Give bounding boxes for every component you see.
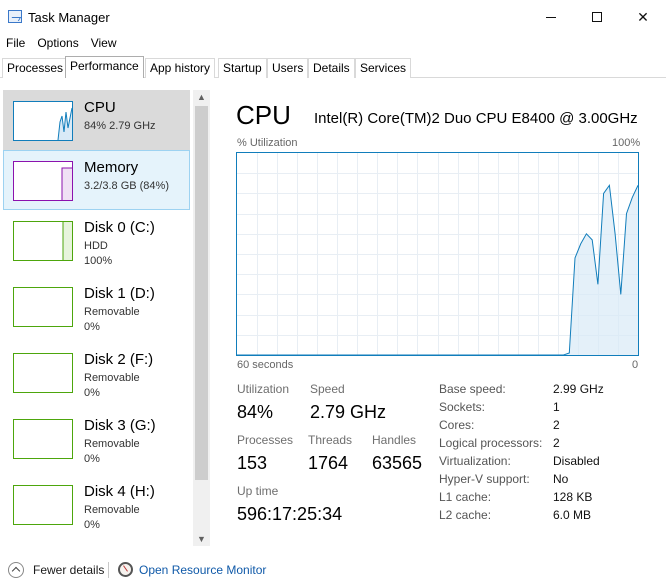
resource-monitor-icon[interactable] bbox=[118, 562, 133, 577]
sidebar-item-memory[interactable]: Memory 3.2/3.8 GB (84%) bbox=[3, 150, 190, 210]
l2-cache-label: L2 cache: bbox=[439, 508, 492, 522]
sidebar-item-detail: 3.2/3.8 GB (84%) bbox=[84, 180, 169, 192]
close-button[interactable]: ✕ bbox=[620, 0, 666, 34]
scroll-down-arrow-icon[interactable]: ▼ bbox=[193, 532, 210, 546]
utilization-value: 84% bbox=[237, 402, 274, 422]
scrollbar-thumb[interactable] bbox=[195, 106, 208, 480]
hyper-v-support-value: No bbox=[553, 472, 569, 486]
sidebar-scrollbar[interactable]: ▲ ▼ bbox=[193, 90, 210, 546]
resource-sidebar: CPU 84% 2.79 GHz Memory 3.2/3.8 GB (84%)… bbox=[0, 86, 212, 548]
menu-file[interactable]: File bbox=[0, 34, 31, 54]
menu-options[interactable]: Options bbox=[31, 34, 84, 54]
hyper-v-support-label: Hyper-V support: bbox=[439, 472, 530, 486]
l2-cache-value: 6.0 MB bbox=[553, 508, 592, 522]
disk-thumbnail-graph bbox=[13, 353, 73, 393]
processes-value: 153 bbox=[237, 453, 268, 473]
minimize-icon bbox=[546, 16, 556, 18]
sidebar-item-detail: 84% 2.79 GHz bbox=[84, 120, 156, 132]
sidebar-item-label: Disk 0 (C:) bbox=[84, 219, 155, 236]
cores-value: 2 bbox=[553, 418, 560, 432]
footer-divider bbox=[108, 562, 109, 578]
threads-value: 1764 bbox=[308, 453, 349, 473]
sidebar-item-detail: HDD 100% bbox=[84, 240, 113, 267]
logical-processors-value: 2 bbox=[553, 436, 560, 450]
uptime-label: Up time bbox=[237, 484, 279, 498]
sidebar-item-disk-1[interactable]: Disk 1 (D:) Removable 0% bbox=[3, 276, 190, 336]
threads-label: Threads bbox=[308, 433, 353, 447]
window-title: Task Manager bbox=[28, 10, 110, 25]
disk-thumbnail-graph bbox=[13, 287, 73, 327]
sidebar-item-detail: Removable 0% bbox=[84, 306, 140, 333]
processes-label: Processes bbox=[237, 433, 294, 447]
l1-cache-value: 128 KB bbox=[553, 490, 593, 504]
speed-value: 2.79 GHz bbox=[310, 402, 387, 422]
logical-processors-label: Logical processors: bbox=[439, 436, 543, 450]
minimize-button[interactable] bbox=[528, 0, 574, 34]
graph-y-max-label: 100% bbox=[612, 137, 641, 149]
close-icon: ✕ bbox=[637, 8, 649, 25]
cpu-utilization-graph bbox=[236, 152, 639, 356]
tab-processes[interactable]: Processes bbox=[2, 58, 69, 78]
task-manager-icon bbox=[8, 10, 22, 23]
sidebar-item-detail: Removable 0% bbox=[84, 504, 140, 531]
l1-cache-label: L1 cache: bbox=[439, 490, 492, 504]
tab-startup[interactable]: Startup bbox=[218, 58, 267, 78]
handles-label: Handles bbox=[372, 433, 417, 447]
scroll-up-arrow-icon[interactable]: ▲ bbox=[193, 90, 210, 104]
tab-services[interactable]: Services bbox=[355, 58, 412, 78]
disk-thumbnail-graph bbox=[13, 485, 73, 525]
tab-performance[interactable]: Performance bbox=[65, 56, 144, 78]
tab-bar: Processes Performance App history Startu… bbox=[0, 56, 666, 78]
sockets-value: 1 bbox=[553, 400, 560, 414]
graph-x-right-label: 0 bbox=[632, 359, 639, 371]
virtualization-label: Virtualization: bbox=[439, 454, 511, 468]
sidebar-item-label: Disk 3 (G:) bbox=[84, 417, 156, 434]
base-speed-label: Base speed: bbox=[439, 382, 506, 396]
sidebar-item-label: Disk 4 (H:) bbox=[84, 483, 155, 500]
menu-bar: File Options View bbox=[0, 34, 123, 54]
fewer-details-link[interactable]: Fewer details bbox=[33, 563, 104, 577]
cpu-thumbnail-graph bbox=[13, 101, 73, 141]
graph-x-left-label: 60 seconds bbox=[237, 359, 294, 371]
uptime-value: 596:17:25:34 bbox=[237, 504, 343, 524]
tab-users[interactable]: Users bbox=[267, 58, 309, 78]
chevron-up-icon[interactable] bbox=[8, 562, 24, 578]
memory-thumbnail-graph bbox=[13, 161, 73, 201]
virtualization-value: Disabled bbox=[553, 454, 600, 468]
tab-details[interactable]: Details bbox=[308, 58, 355, 78]
cores-label: Cores: bbox=[439, 418, 475, 432]
page-title: CPU bbox=[236, 100, 291, 130]
graph-y-label: % Utilization bbox=[237, 137, 298, 149]
sidebar-item-cpu[interactable]: CPU 84% 2.79 GHz bbox=[3, 90, 190, 150]
maximize-icon bbox=[592, 12, 602, 22]
cpu-utilization-graph-svg bbox=[237, 153, 639, 356]
sidebar-item-disk-0[interactable]: Disk 0 (C:) HDD 100% bbox=[3, 210, 190, 270]
maximize-button[interactable] bbox=[574, 0, 620, 34]
footer-bar: Fewer details Open Resource Monitor bbox=[0, 552, 666, 588]
sidebar-item-label: Disk 1 (D:) bbox=[84, 285, 155, 302]
disk-thumbnail-graph bbox=[13, 221, 73, 261]
tab-app-history[interactable]: App history bbox=[145, 58, 216, 78]
sidebar-item-disk-2[interactable]: Disk 2 (F:) Removable 0% bbox=[3, 342, 190, 402]
menu-view[interactable]: View bbox=[85, 34, 123, 54]
sidebar-item-label: CPU bbox=[84, 99, 116, 116]
disk-thumbnail-graph bbox=[13, 419, 73, 459]
sidebar-item-label: Memory bbox=[84, 159, 139, 176]
base-speed-value: 2.99 GHz bbox=[553, 382, 604, 396]
speed-label: Speed bbox=[310, 382, 345, 396]
sidebar-item-label: Disk 2 (F:) bbox=[84, 351, 154, 368]
sidebar-item-detail: Removable 0% bbox=[84, 372, 140, 399]
open-resource-monitor-link[interactable]: Open Resource Monitor bbox=[139, 563, 266, 577]
title-bar[interactable]: Task Manager ✕ bbox=[0, 0, 666, 34]
sidebar-item-disk-4[interactable]: Disk 4 (H:) Removable 0% bbox=[3, 474, 190, 534]
handles-value: 63565 bbox=[372, 453, 423, 473]
sidebar-item-disk-3[interactable]: Disk 3 (G:) Removable 0% bbox=[3, 408, 190, 468]
sockets-label: Sockets: bbox=[439, 400, 486, 414]
sidebar-item-detail: Removable 0% bbox=[84, 438, 140, 465]
utilization-label: Utilization bbox=[237, 382, 290, 396]
cpu-model-name: Intel(R) Core(TM)2 Duo CPU E8400 @ 3.00G… bbox=[314, 110, 638, 127]
